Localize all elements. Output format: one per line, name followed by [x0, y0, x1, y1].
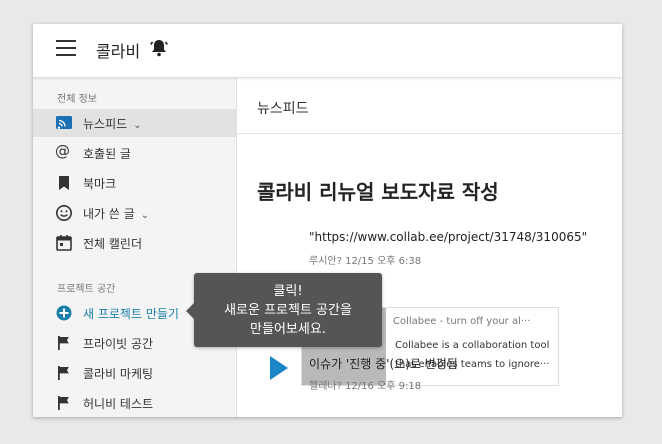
flag-icon [55, 334, 73, 352]
feed-icon [55, 114, 73, 132]
post-link-text[interactable]: "https://www.collab.ee/project/31748/310… [309, 230, 587, 244]
preview-title: Collabee - turn off your al··· [393, 316, 531, 327]
post-title[interactable]: 콜라비 리뉴얼 보도자료 작성 [257, 176, 499, 205]
post-meta: 루시안? 12/15 오후 6:38 [309, 256, 422, 267]
sidebar-item-label: 전체 캘린더 [83, 237, 143, 251]
section-label-projects: 프로젝트 공간 [57, 284, 116, 295]
sidebar-item-project-test[interactable]: 허니비 테스트 [33, 389, 236, 417]
bookmark-icon [55, 174, 73, 192]
at-icon: @ [55, 142, 70, 160]
play-icon [270, 356, 288, 380]
flag-icon [55, 364, 73, 382]
sidebar-item-my-posts[interactable]: 내가 쓴 글 ⌄ [33, 199, 236, 227]
add-circle-icon [55, 304, 73, 322]
flag-icon [55, 394, 73, 412]
new-project-tooltip: 클릭! 새로운 프로젝트 공간을 만들어보세요. [186, 273, 382, 347]
tooltip-arrow [186, 303, 194, 319]
sidebar-item-project-marketing[interactable]: 콜라비 마케팅 [33, 359, 236, 387]
sidebar-item-label: 북마크 [83, 177, 117, 191]
main-content: 뉴스피드 콜라비 리뉴얼 보도자료 작성 "https://www.collab… [237, 78, 622, 417]
section-label-all: 전체 정보 [57, 94, 97, 105]
app-window: 콜라비 전체 정보 뉴스피드 ⌄ @ 호출된 글 북마크 내가 쓴 글 ⌄ 전체… [33, 24, 622, 417]
preview-desc-line1: Collabee is a collaboration tool [395, 340, 550, 351]
tooltip-line2: 새로운 프로젝트 공간을 [224, 303, 352, 318]
sidebar-item-newsfeed[interactable]: 뉴스피드 ⌄ [33, 109, 236, 137]
sidebar-item-label: 내가 쓴 글 [83, 207, 135, 221]
sidebar-item-calendar[interactable]: 전체 캘린더 [33, 229, 236, 257]
sidebar-item-label: 허니비 테스트 [83, 397, 154, 411]
sidebar: 전체 정보 뉴스피드 ⌄ @ 호출된 글 북마크 내가 쓴 글 ⌄ 전체 캘린더… [33, 78, 237, 417]
chevron-down-icon[interactable]: ⌄ [133, 120, 141, 131]
sidebar-item-label: 뉴스피드 [83, 117, 128, 131]
main-header: 뉴스피드 [237, 78, 622, 134]
page-title: 뉴스피드 [257, 101, 309, 117]
bell-icon[interactable] [150, 38, 168, 62]
sidebar-item-label: 콜라비 마케팅 [83, 367, 154, 381]
sidebar-item-label: 프라이빗 공간 [83, 337, 154, 351]
chevron-down-icon[interactable]: ⌄ [141, 210, 149, 221]
calendar-icon [55, 234, 73, 252]
status-change-text: 이슈가 '진행 중'(으)로 변경됨 [309, 357, 458, 371]
smiley-icon [55, 204, 73, 222]
new-project-label: 새 프로젝트 만들기 [83, 307, 179, 321]
sidebar-item-label: 호출된 글 [83, 147, 131, 161]
sidebar-item-bookmark[interactable]: 북마크 [33, 169, 236, 197]
menu-icon[interactable] [56, 40, 76, 56]
top-bar: 콜라비 [33, 24, 622, 78]
status-meta: 헬레나? 12/16 오후 9:18 [309, 381, 422, 392]
sidebar-item-mentions[interactable]: @ 호출된 글 [33, 139, 236, 167]
tooltip-line1: 클릭! [273, 284, 303, 299]
app-title: 콜라비 [96, 42, 141, 61]
tooltip-line3: 만들어보세요. [250, 322, 326, 337]
